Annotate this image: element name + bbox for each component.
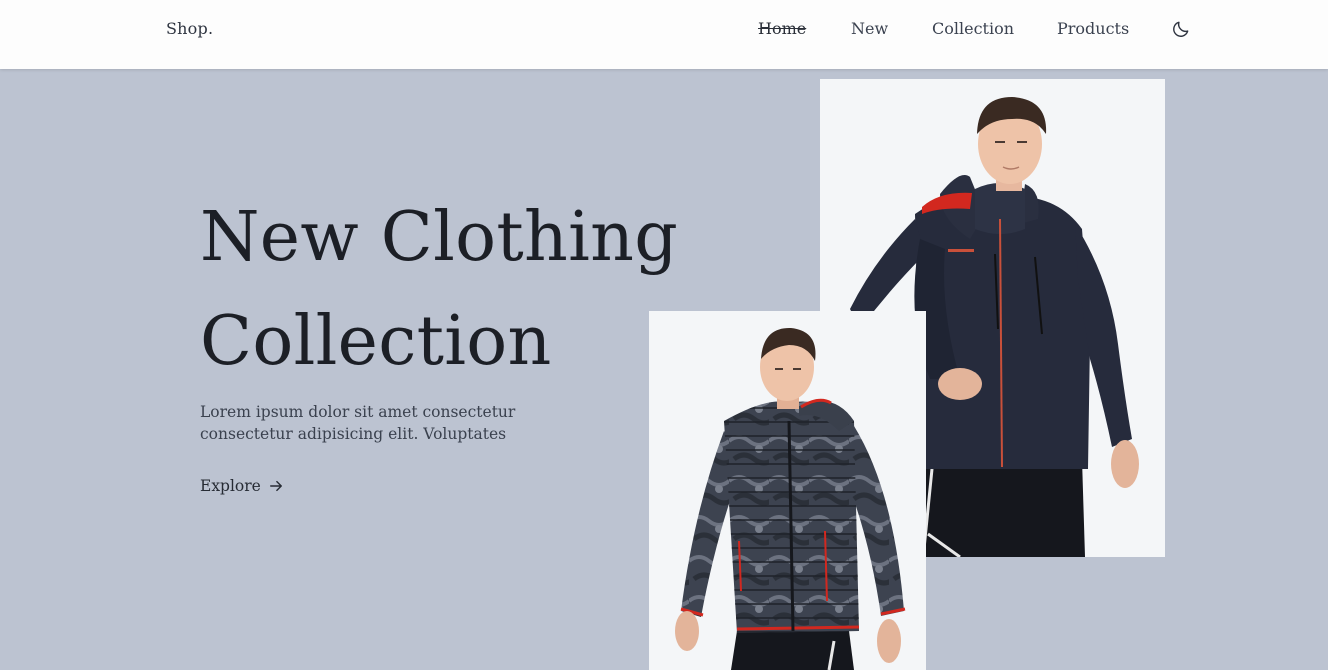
explore-label: Explore — [200, 477, 261, 495]
explore-button[interactable]: Explore — [200, 477, 283, 495]
nav-new[interactable]: New — [851, 19, 888, 38]
arrow-right-icon — [269, 480, 282, 492]
hero-title-line-2: Collection — [200, 302, 552, 381]
product-image-camo-puffer-jacket[interactable] — [649, 311, 926, 670]
hero-description: Lorem ipsum dolor sit amet consectetur c… — [200, 403, 516, 443]
site-header: Shop. Home New Collection Products — [0, 0, 1328, 69]
nav-products[interactable]: Products — [1057, 19, 1129, 38]
nav-home[interactable]: Home — [758, 19, 806, 38]
hero-title: New Clothing Collection — [200, 186, 678, 394]
logo[interactable]: Shop. — [166, 19, 213, 38]
nav-collection[interactable]: Collection — [932, 19, 1014, 38]
hero-title-line-1: New Clothing — [200, 198, 679, 277]
moon-icon[interactable] — [1171, 19, 1191, 39]
